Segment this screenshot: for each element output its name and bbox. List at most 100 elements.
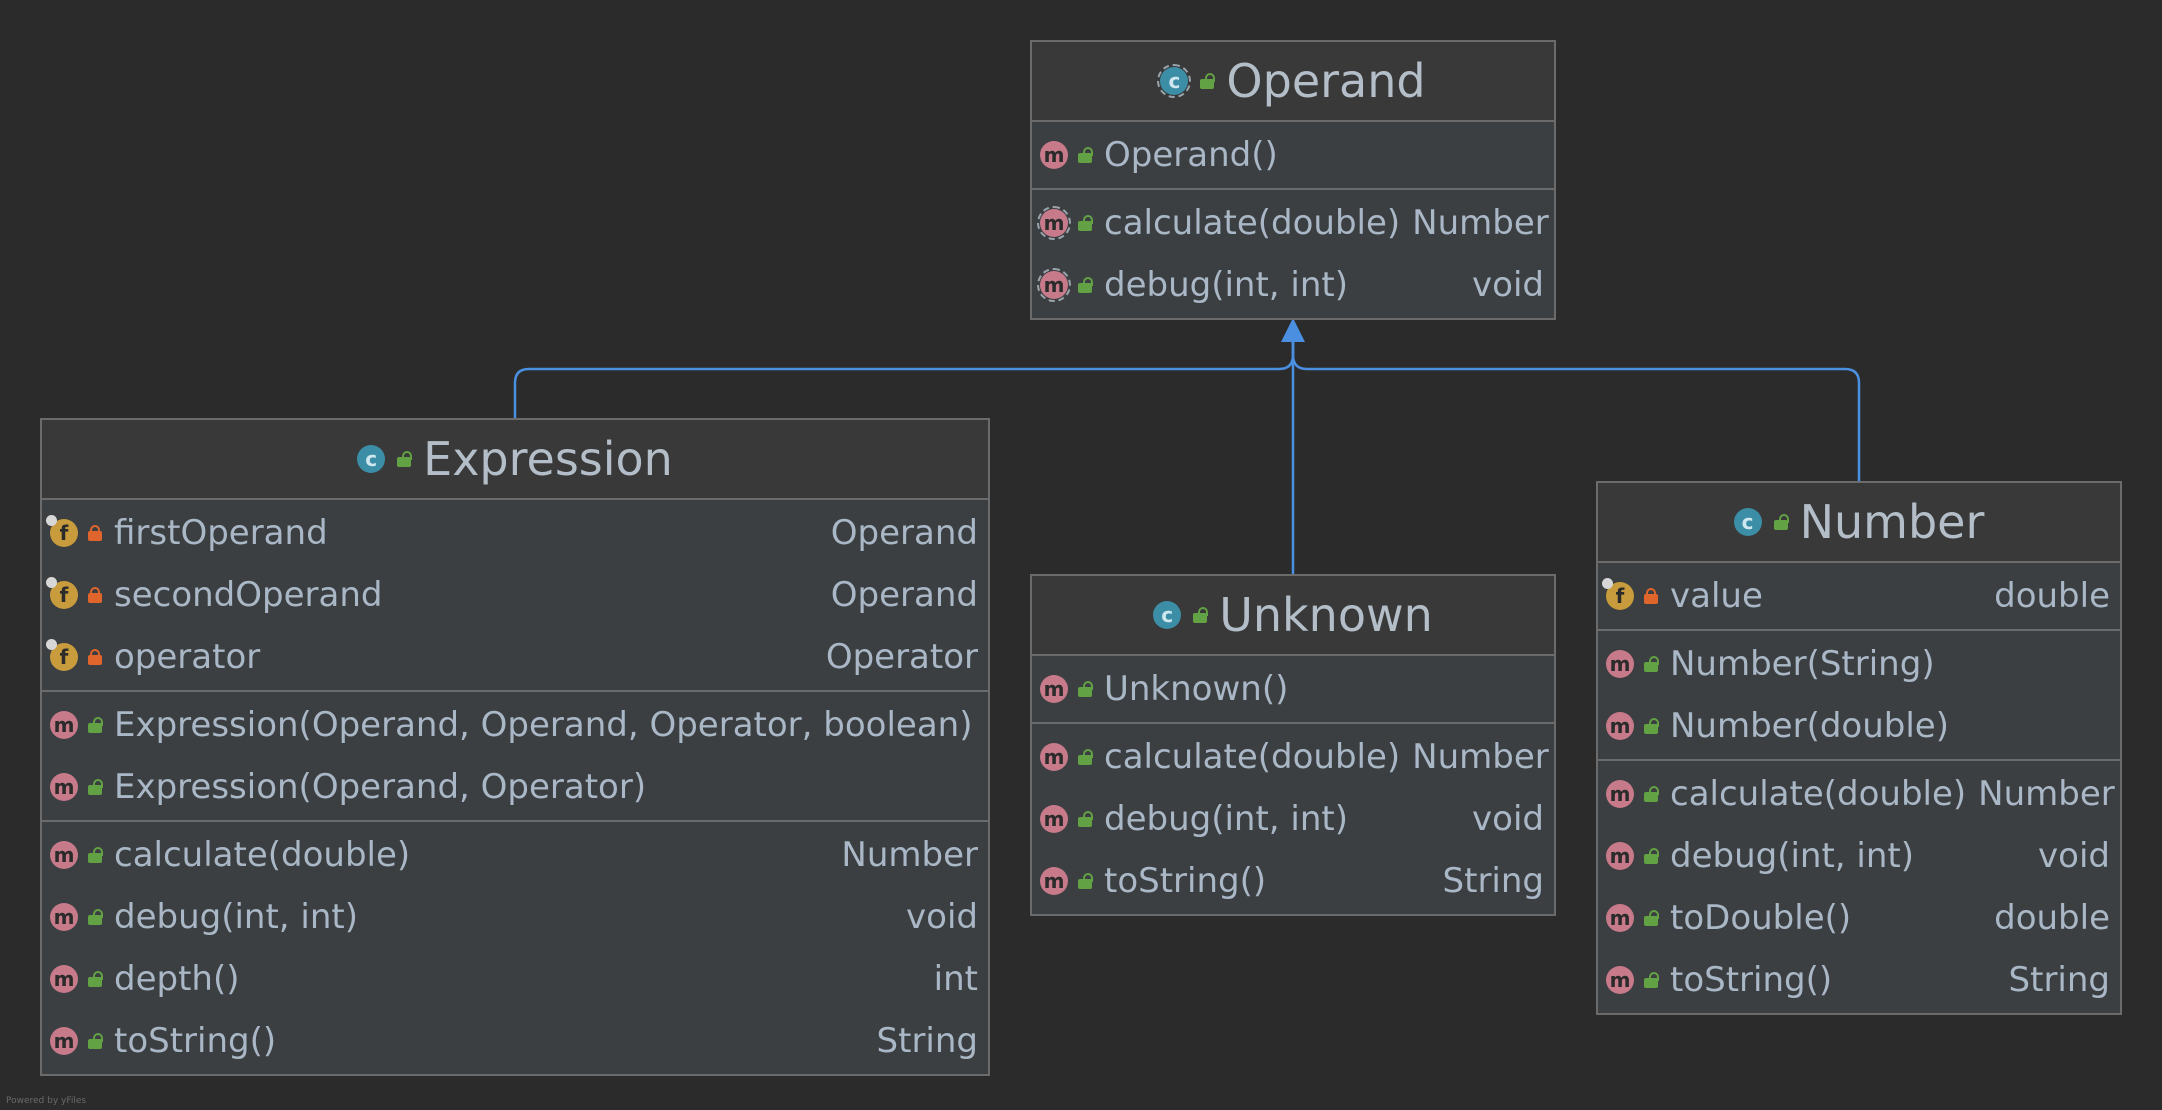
method-row[interactable]: m debug(int, int) void <box>1032 254 1554 316</box>
method-row[interactable]: m debug(int, int) void <box>1598 825 2120 887</box>
method-icon: m <box>50 903 78 931</box>
public-lock-icon <box>88 779 103 795</box>
method-row[interactable]: m calculate(double) Number <box>1032 192 1554 254</box>
class-icon: c <box>1733 508 1762 536</box>
method-icon: m <box>1040 675 1068 703</box>
public-lock-icon <box>1644 786 1659 802</box>
public-lock-icon <box>397 451 413 467</box>
public-lock-icon <box>1078 215 1093 231</box>
public-lock-icon <box>1078 147 1093 163</box>
class-unknown[interactable]: c Unknown m Unknown() m calculate(double… <box>1030 574 1556 916</box>
public-lock-icon <box>1644 848 1659 864</box>
constructor-row[interactable]: m Number(double) <box>1598 695 2120 757</box>
class-expression[interactable]: c Expression f firstOperand Operand f se… <box>40 418 990 1076</box>
member-type: Number <box>1412 203 1549 243</box>
public-lock-icon <box>1078 681 1093 697</box>
method-row[interactable]: m depth() int <box>42 948 988 1010</box>
method-icon: m <box>1040 805 1068 833</box>
member-name: Expression(Operand, Operator) <box>114 767 647 807</box>
method-row[interactable]: m calculate(double) Number <box>1032 726 1554 788</box>
class-header: c Operand <box>1032 42 1554 122</box>
constructor-row[interactable]: m Operand() <box>1032 124 1554 186</box>
member-name: operator <box>114 637 261 677</box>
method-icon: m <box>50 1027 78 1055</box>
class-icon: c <box>1157 64 1192 98</box>
public-lock-icon <box>1644 910 1659 926</box>
public-lock-icon <box>1644 972 1659 988</box>
member-type: double <box>1994 576 2110 616</box>
public-lock-icon <box>1078 277 1093 293</box>
member-type: Operator <box>825 637 978 677</box>
methods-section: m calculate(double) Number m debug(int, … <box>1032 724 1554 914</box>
constructors-section: m Operand() <box>1032 122 1554 190</box>
class-number[interactable]: c Number f value double m Number(String)… <box>1596 481 2122 1015</box>
constructor-row[interactable]: m Expression(Operand, Operator) <box>42 756 988 818</box>
member-type: Number <box>1412 737 1549 777</box>
method-row[interactable]: m toDouble() double <box>1598 887 2120 949</box>
method-icon: m <box>50 711 78 739</box>
class-operand[interactable]: c Operand m Operand() m calculate(double… <box>1030 40 1556 320</box>
private-lock-icon <box>1644 588 1658 604</box>
class-header: c Expression <box>42 420 988 500</box>
member-type: void <box>1472 265 1544 305</box>
field-row[interactable]: f operator Operator <box>42 626 988 688</box>
method-icon: m <box>1037 206 1071 240</box>
member-type: int <box>933 959 978 999</box>
private-lock-icon <box>88 649 102 665</box>
inheritance-arrowhead <box>1281 318 1305 342</box>
constructors-section: m Expression(Operand, Operand, Operator,… <box>42 692 988 822</box>
method-row[interactable]: m debug(int, int) void <box>1032 788 1554 850</box>
field-icon: f <box>1602 578 1634 610</box>
public-lock-icon <box>88 1033 103 1049</box>
member-name: Expression(Operand, Operand, Operator, b… <box>114 705 973 745</box>
edge-expression-to-operand <box>513 325 1295 418</box>
edge-number-to-operand <box>1291 325 1861 481</box>
field-icon: f <box>46 577 78 609</box>
method-row[interactable]: m toString() String <box>42 1010 988 1072</box>
method-icon: m <box>50 965 78 993</box>
field-row[interactable]: f secondOperand Operand <box>42 564 988 626</box>
member-name: secondOperand <box>114 575 383 615</box>
field-row[interactable]: f firstOperand Operand <box>42 502 988 564</box>
member-type: double <box>1994 898 2110 938</box>
public-lock-icon <box>1200 73 1216 89</box>
member-name: Operand() <box>1104 135 1278 175</box>
class-icon: c <box>357 445 386 473</box>
member-name: toDouble() <box>1670 898 1852 938</box>
public-lock-icon <box>1773 514 1789 530</box>
member-name: toString() <box>114 1021 277 1061</box>
member-name: debug(int, int) <box>114 897 359 937</box>
field-row[interactable]: f value double <box>1598 565 2120 627</box>
constructor-row[interactable]: m Number(String) <box>1598 633 2120 695</box>
class-header: c Number <box>1598 483 2120 563</box>
member-type: String <box>876 1021 978 1061</box>
member-name: calculate(double) <box>1670 774 1967 814</box>
member-name: debug(int, int) <box>1104 265 1349 305</box>
public-lock-icon <box>1078 749 1093 765</box>
member-type: Operand <box>830 575 978 615</box>
constructor-row[interactable]: m Expression(Operand, Operand, Operator,… <box>42 694 988 756</box>
constructor-row[interactable]: m Unknown() <box>1032 658 1554 720</box>
class-header: c Unknown <box>1032 576 1554 656</box>
public-lock-icon <box>88 971 103 987</box>
member-type: void <box>906 897 978 937</box>
member-name: firstOperand <box>114 513 328 553</box>
public-lock-icon <box>1078 873 1093 889</box>
class-name: Number <box>1799 495 1985 549</box>
method-row[interactable]: m toString() String <box>1032 850 1554 912</box>
member-name: toString() <box>1670 960 1833 1000</box>
method-row[interactable]: m calculate(double) Number <box>1598 763 2120 825</box>
public-lock-icon <box>1644 718 1659 734</box>
member-name: debug(int, int) <box>1670 836 1915 876</box>
member-type: String <box>2008 960 2110 1000</box>
public-lock-icon <box>88 909 103 925</box>
method-icon: m <box>1606 712 1634 740</box>
method-icon: m <box>1606 650 1634 678</box>
method-row[interactable]: m toString() String <box>1598 949 2120 1011</box>
method-row[interactable]: m calculate(double) Number <box>42 824 988 886</box>
public-lock-icon <box>1644 656 1659 672</box>
method-row[interactable]: m debug(int, int) void <box>42 886 988 948</box>
method-icon: m <box>1037 268 1071 302</box>
member-type: Number <box>841 835 978 875</box>
public-lock-icon <box>1078 811 1093 827</box>
